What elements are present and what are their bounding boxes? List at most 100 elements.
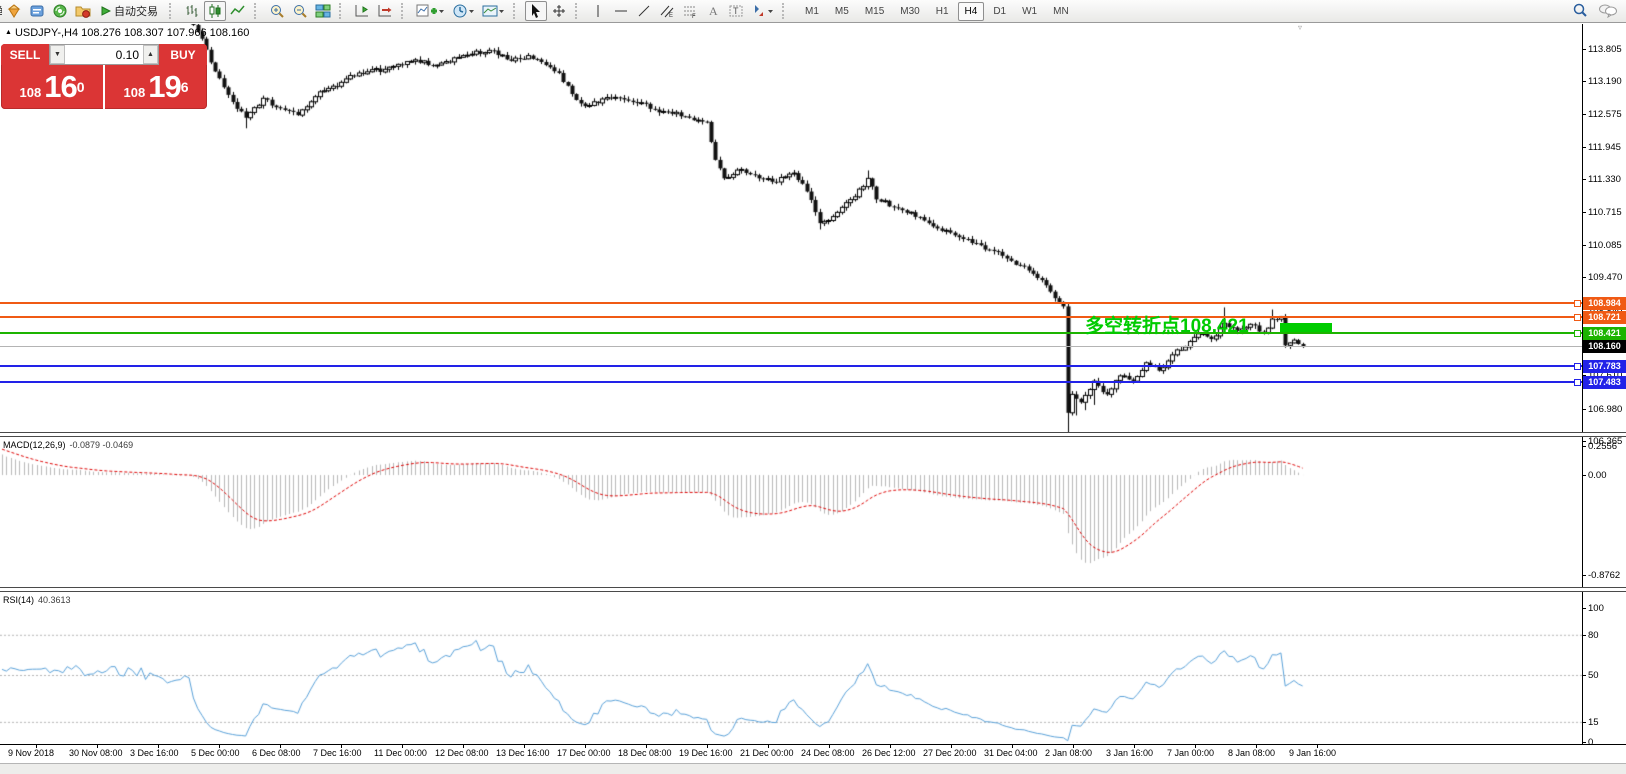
market-icon[interactable] [72,1,94,21]
time-tick-label: 17 Dec 00:00 [557,748,611,758]
tf-button-w1[interactable]: W1 [1015,2,1044,21]
turning-point-annotation[interactable]: 多空转折点108.421 [1085,311,1249,338]
price-tick-label: 109.470 [1588,272,1622,283]
buy-button[interactable]: BUY [159,44,207,65]
price-tick-label: 113.805 [1588,44,1622,55]
price-hline[interactable] [0,316,1582,318]
tile-windows-icon[interactable] [312,1,334,21]
time-tick-label: 6 Dec 08:00 [252,748,301,758]
rsi-tick [1582,675,1586,676]
annotation-bar[interactable] [1280,323,1332,332]
rsi-axis-label: 0 [1588,737,1593,748]
macd-pane-canvas[interactable] [0,437,1582,587]
time-tick-label: 30 Nov 08:00 [69,748,123,758]
search-icon[interactable] [1572,2,1588,18]
tf-button-h4[interactable]: H4 [958,2,985,21]
periods-icon[interactable] [449,1,478,21]
price-tick [1582,179,1586,180]
time-tick-label: 26 Dec 12:00 [862,748,916,758]
time-tick-label: 5 Dec 00:00 [191,748,240,758]
toolbar-grip [339,3,347,19]
price-line-badge: 107.783 [1583,360,1626,373]
new-order-button[interactable]: 单 [0,3,2,20]
toolbar-grip [782,3,790,19]
tf-button-m15[interactable]: M15 [858,2,891,21]
price-tick [1582,212,1586,213]
price-tick-label: 113.190 [1588,76,1622,87]
tf-button-m1[interactable]: M1 [798,2,826,21]
price-hline[interactable] [0,302,1582,304]
price-tick-label: 110.085 [1588,240,1622,251]
price-line-badge: 108.421 [1583,327,1626,340]
cursor-icon[interactable] [525,1,547,21]
tf-button-h1[interactable]: H1 [929,2,956,21]
rsi-tick [1582,608,1586,609]
price-hline[interactable] [0,332,1582,334]
signals-icon[interactable] [49,1,71,21]
auto-scroll-icon[interactable] [374,1,396,21]
time-tick-label: 8 Jan 08:00 [1228,748,1275,758]
rsi-axis-label: 80 [1588,630,1599,641]
price-tick-label: 110.715 [1588,207,1622,218]
indicators-icon[interactable] [413,1,448,21]
line-chart-icon[interactable] [227,1,249,21]
toolbar-grip [169,3,177,19]
volume-decrease-button[interactable]: ▼ [50,45,65,64]
volume-input[interactable]: 0.10 [65,45,143,64]
time-tick-label: 7 Dec 16:00 [313,748,362,758]
time-axis-border [0,744,1626,745]
gem-icon[interactable] [3,1,25,21]
tf-button-m30[interactable]: M30 [893,2,926,21]
main-chart-canvas[interactable] [0,24,1582,432]
vertical-line-icon[interactable] [587,1,609,21]
bars-chart-icon[interactable] [181,1,203,21]
time-tick-label: 3 Dec 16:00 [130,748,179,758]
editor-icon[interactable] [26,1,48,21]
pane-splitter-macd[interactable] [0,432,1626,437]
templates-icon[interactable] [479,1,508,21]
rsi-axis-label: 100 [1588,603,1604,614]
chevron-down-icon [468,3,475,19]
price-hline[interactable] [0,381,1582,383]
time-tick-label: 21 Dec 00:00 [740,748,794,758]
title-marker-icon: ▲ [5,29,12,36]
hline-end-marker [1574,314,1581,321]
chat-icon[interactable] [1598,2,1618,18]
chart-title: ▲USDJPY-,H4 108.276 108.307 107.966 108.… [5,27,249,39]
candles-chart-icon[interactable] [204,1,226,21]
chevron-down-icon [498,3,505,19]
macd-label: MACD(12,26,9)-0.0879 -0.0469 [3,440,133,450]
buy-price[interactable]: 108196 [105,65,207,109]
rsi-pane-canvas[interactable] [0,592,1582,743]
crosshair-icon[interactable] [548,1,570,21]
volume-increase-button[interactable]: ▲ [143,45,158,64]
horizontal-line-icon[interactable] [610,1,632,21]
zoom-out-icon[interactable] [289,1,311,21]
zoom-in-icon[interactable] [266,1,288,21]
chart-shift-icon[interactable] [351,1,373,21]
rsi-tick [1582,722,1586,723]
rsi-tick [1582,742,1586,743]
arrows-icon[interactable] [748,1,777,21]
text-icon[interactable]: A [702,1,724,21]
rsi-value: 40.3613 [38,595,71,605]
price-tick [1582,147,1586,148]
tf-button-d1[interactable]: D1 [986,2,1013,21]
price-tick [1582,409,1586,410]
time-tick-label: 13 Dec 16:00 [496,748,550,758]
pane-splitter-rsi[interactable] [0,587,1626,592]
sell-button[interactable]: SELL [1,44,49,65]
time-tick-label: 9 Nov 2018 [8,748,54,758]
current-price-badge: 108.160 [1583,340,1626,353]
price-hline[interactable] [0,365,1582,367]
channel-icon[interactable]: E [656,1,678,21]
sell-price[interactable]: 108160 [1,65,105,109]
price-tick-label: 111.945 [1588,142,1621,153]
price-line-badge: 108.721 [1583,311,1626,324]
tf-button-m5[interactable]: M5 [828,2,856,21]
trend-line-icon[interactable] [633,1,655,21]
autotrade-button[interactable]: 自动交易 [95,1,164,21]
text-label-icon[interactable]: T [725,1,747,21]
tf-button-mn[interactable]: MN [1046,2,1076,21]
fibonacci-icon[interactable]: F [679,1,701,21]
